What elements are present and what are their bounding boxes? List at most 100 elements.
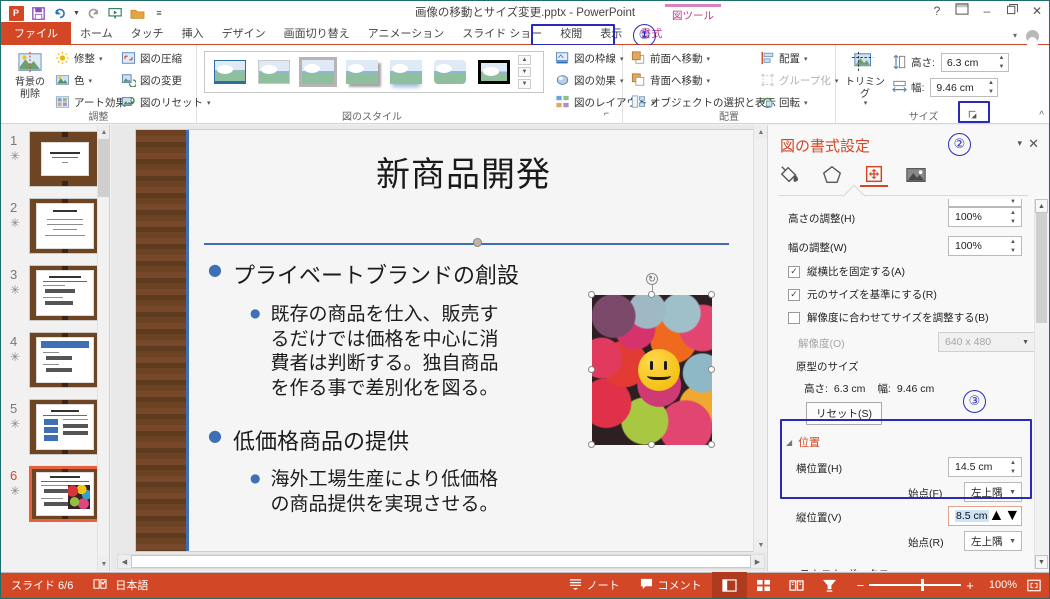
scroll-down-icon[interactable]: ▼ bbox=[754, 538, 767, 552]
tab-animations[interactable]: アニメーション bbox=[359, 23, 454, 44]
collapse-triangle-icon[interactable]: ▷ bbox=[786, 570, 792, 572]
width-scale-input[interactable]: 100% ▲ ▼ bbox=[948, 236, 1022, 256]
slide-title-text[interactable]: 新商品開発 bbox=[194, 147, 733, 196]
close-button[interactable]: ✕ bbox=[1029, 4, 1045, 18]
scroll-up-icon[interactable]: ▲ bbox=[1035, 199, 1048, 213]
chevron-down-icon[interactable]: ▾ bbox=[707, 77, 711, 85]
slide-thumbnail-pane[interactable]: 1 ✳ 2 ✳ 3 ✳ 4 ✳ 5 ✳ 6 ✳ ▲ ▼ bbox=[2, 125, 110, 571]
hscroll-thumb[interactable] bbox=[131, 555, 751, 568]
scroll-thumb[interactable] bbox=[98, 139, 109, 197]
restore-button[interactable] bbox=[1004, 3, 1020, 18]
height-scale-input[interactable]: 100% ▲ ▼ bbox=[948, 207, 1022, 227]
picture-border-button[interactable]: 図の枠線 ▾ bbox=[555, 51, 624, 66]
size-dialog-launcher[interactable] bbox=[967, 109, 978, 120]
vertical-position-stepper[interactable]: ▲▼ bbox=[989, 507, 1021, 525]
chevron-down-icon[interactable]: ▾ bbox=[864, 100, 868, 108]
picture-style-6[interactable] bbox=[430, 55, 470, 89]
relative-original-size-checkbox[interactable]: ✓ bbox=[788, 288, 800, 301]
thumbnail-slide-5[interactable]: 5 ✳ bbox=[2, 397, 109, 460]
zoom-out-button[interactable]: − bbox=[852, 578, 870, 593]
resize-handle-e[interactable] bbox=[708, 366, 715, 373]
thumbnail-slide-3[interactable]: 3 ✳ bbox=[2, 263, 109, 326]
shape-width-input[interactable]: 9.46 cm ▲ ▼ bbox=[930, 78, 999, 97]
slide-bullet-level2-2[interactable]: ● 海外工場生産により低価格 の商品提供を実現させる。 bbox=[250, 467, 520, 516]
scroll-down-icon[interactable]: ▼ bbox=[1035, 555, 1048, 569]
effects-icon[interactable] bbox=[818, 163, 846, 187]
undo-icon[interactable] bbox=[50, 4, 70, 23]
shape-height-input[interactable]: 6.3 cm ▲ ▼ bbox=[940, 53, 1009, 72]
chevron-down-icon[interactable]: ▾ bbox=[804, 99, 808, 107]
chevron-down-icon[interactable]: ▾ bbox=[804, 55, 808, 63]
redo-icon[interactable] bbox=[83, 4, 103, 23]
normal-view-button[interactable] bbox=[711, 572, 747, 598]
reset-size-button[interactable]: リセット(S) bbox=[806, 402, 882, 425]
vertical-from-select[interactable]: 左上隅 ▼ bbox=[964, 531, 1022, 551]
vertical-position-input[interactable]: 8.5 cm ▲▼ bbox=[948, 506, 1022, 526]
crop-button[interactable]: トリミング ▾ bbox=[844, 51, 886, 108]
gallery-scroll-controls[interactable]: ▲ ▼ ▼ bbox=[518, 55, 532, 89]
scroll-right-icon[interactable]: ▶ bbox=[751, 555, 764, 568]
tab-touch[interactable]: タッチ bbox=[122, 23, 173, 44]
text-box-section[interactable]: ▷ テキスト ボックス bbox=[786, 566, 890, 571]
scroll-up-icon[interactable]: ▲ bbox=[98, 125, 109, 139]
collapse-ribbon-icon[interactable]: ^ bbox=[1039, 110, 1044, 121]
picture-style-1[interactable] bbox=[210, 55, 250, 89]
fit-slide-button[interactable] bbox=[1021, 572, 1049, 598]
chevron-down-icon[interactable]: ▼ bbox=[1009, 489, 1016, 496]
slide-editing-area[interactable]: 新商品開発 ● プライベートブランドの創設 ● 既存の商品を仕入、販売す るだけ… bbox=[111, 125, 767, 571]
resize-handle-s[interactable] bbox=[648, 441, 655, 448]
chevron-down-icon[interactable]: ▼ bbox=[1009, 538, 1016, 545]
horizontal-position-stepper[interactable]: ▲ ▼ bbox=[1010, 460, 1018, 475]
customize-qat-icon[interactable]: ≡ bbox=[149, 4, 169, 23]
picture-style-2[interactable] bbox=[254, 55, 294, 89]
tab-view[interactable]: 表示 bbox=[591, 23, 631, 44]
best-scale-for-show-checkbox[interactable] bbox=[788, 311, 800, 324]
picture-effects-button[interactable]: 図の効果 ▾ bbox=[555, 73, 624, 88]
account-dropdown-icon[interactable]: ▾ bbox=[1013, 31, 1017, 40]
format-picture-pane[interactable]: 図の書式設定 ▾ ✕ ▲▼ bbox=[767, 125, 1048, 571]
size-properties-icon[interactable] bbox=[860, 163, 888, 187]
thumbnail-preview[interactable] bbox=[29, 332, 101, 388]
zoom-level[interactable]: 100% bbox=[985, 572, 1021, 598]
scroll-left-icon[interactable]: ◀ bbox=[118, 555, 131, 568]
user-avatar[interactable] bbox=[1019, 26, 1045, 46]
candy-photo[interactable] bbox=[592, 295, 712, 445]
chevron-down-icon[interactable]: ▾ bbox=[707, 55, 711, 63]
thumbnail-preview[interactable] bbox=[29, 399, 101, 455]
thumbnail-slide-4[interactable]: 4 ✳ bbox=[2, 330, 109, 393]
picture-icon[interactable] bbox=[902, 163, 930, 187]
format-pane-scrollbar[interactable]: ▲ ▼ bbox=[1034, 199, 1048, 569]
change-picture-button[interactable]: 図の変更 bbox=[121, 73, 182, 88]
comments-button[interactable]: コメント bbox=[630, 572, 712, 598]
thumbnail-slide-6[interactable]: 6 ✳ bbox=[2, 464, 109, 527]
stepper[interactable]: ▲▼ bbox=[1010, 199, 1018, 205]
pane-options-dropdown-icon[interactable]: ▾ bbox=[1017, 138, 1022, 149]
picture-style-4[interactable] bbox=[342, 55, 382, 89]
expand-triangle-icon[interactable]: ◢ bbox=[786, 438, 792, 447]
slide-sorter-button[interactable] bbox=[747, 572, 780, 598]
horizontal-from-select[interactable]: 左上隅 ▼ bbox=[964, 482, 1022, 502]
zoom-slider[interactable]: − + bbox=[846, 578, 985, 593]
thumbnail-pane-scrollbar[interactable]: ▲ ▼ bbox=[97, 125, 109, 571]
remove-background-button[interactable]: 背景の 削除 bbox=[7, 51, 53, 100]
close-pane-icon[interactable]: ✕ bbox=[1028, 136, 1039, 152]
chevron-down-icon[interactable]: ▾ bbox=[89, 77, 93, 85]
width-scale-stepper[interactable]: ▲ ▼ bbox=[1010, 239, 1018, 254]
color-button[interactable]: 色 ▾ bbox=[55, 73, 92, 88]
thumbnail-slide-1[interactable]: 1 ✳ bbox=[2, 129, 109, 192]
tab-design[interactable]: デザイン bbox=[213, 23, 275, 44]
save-icon[interactable] bbox=[28, 4, 48, 23]
tab-slideshow[interactable]: スライド ショー bbox=[453, 23, 551, 44]
chevron-down-icon[interactable]: ▾ bbox=[99, 55, 103, 63]
fill-line-icon[interactable] bbox=[776, 163, 804, 187]
ribbon-display-options-button[interactable] bbox=[954, 3, 970, 18]
thumbnail-preview[interactable] bbox=[29, 131, 101, 187]
scroll-thumb[interactable] bbox=[1036, 213, 1047, 323]
reading-view-button[interactable] bbox=[780, 572, 813, 598]
resize-handle-w[interactable] bbox=[588, 366, 595, 373]
shape-width-stepper[interactable]: ▲ ▼ bbox=[986, 80, 995, 95]
start-slideshow-icon[interactable] bbox=[105, 4, 125, 23]
lock-aspect-ratio-row[interactable]: ✓ 縦横比を固定する(A) bbox=[788, 264, 905, 279]
notes-button[interactable]: ノート bbox=[559, 572, 630, 598]
lock-aspect-ratio-checkbox[interactable]: ✓ bbox=[788, 265, 800, 278]
